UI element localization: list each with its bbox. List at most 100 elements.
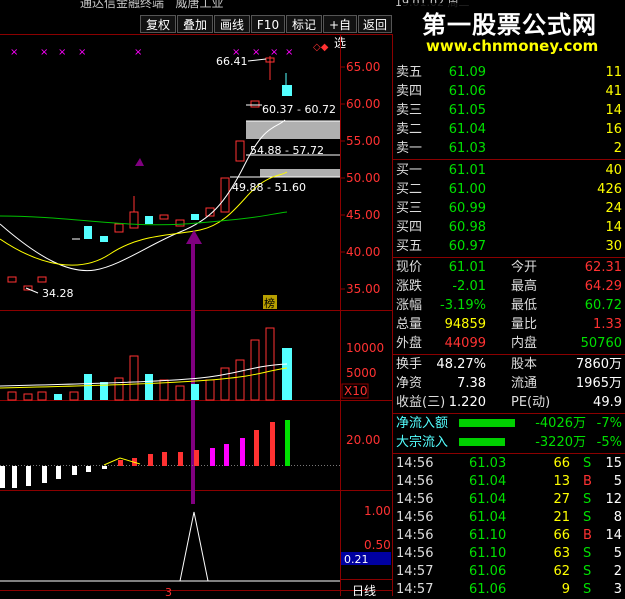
- svg-text:×: ×: [10, 47, 18, 58]
- tick-volume: 9: [561, 582, 570, 597]
- zone-label: 54.88 - 57.72: [250, 144, 324, 157]
- svg-text:×: ×: [134, 47, 142, 58]
- svg-text:×: ×: [270, 47, 278, 58]
- tick-time: 14:56: [396, 456, 434, 471]
- tick-price: 61.04: [469, 474, 507, 489]
- tick-side: B: [583, 528, 592, 543]
- tick-row: 14:56 61.10 66 B 14: [393, 526, 625, 545]
- toolbar-button-diejia[interactable]: 叠加: [177, 15, 213, 33]
- toolbar-button-f10[interactable]: F10: [251, 15, 285, 33]
- tick-row: 14:56 61.03 66 S 15: [393, 454, 625, 473]
- svg-text:×: ×: [252, 47, 260, 58]
- sell-row: 卖一 61.03 2: [396, 141, 622, 156]
- vol-tick: 5000: [346, 366, 377, 380]
- price-tick: 40.00: [346, 245, 380, 259]
- tick-count: 12: [605, 492, 622, 507]
- tick-side: S: [583, 510, 592, 525]
- tick-time: 14:56: [396, 528, 434, 543]
- flow-row: 净流入额 -4026万 -7%: [396, 416, 622, 431]
- sell-row: 卖四 61.06 41: [396, 84, 622, 99]
- tick-price: 61.10: [469, 528, 507, 543]
- tick-count: 3: [613, 582, 622, 597]
- toolbar-button-biaoji[interactable]: 标记: [286, 15, 322, 33]
- period-label[interactable]: 日线: [352, 584, 376, 596]
- low-label: 34.28: [42, 287, 74, 300]
- tick-side: S: [583, 564, 592, 579]
- tick-side: S: [583, 492, 592, 507]
- tick-count: 5: [613, 474, 622, 489]
- badge-label: 榜: [264, 296, 275, 310]
- watermark-title: 第一股票公式网: [422, 11, 597, 39]
- tick-time: 14:56: [396, 474, 434, 489]
- stat-row: 外盘 44099 内盘 50760: [396, 336, 622, 351]
- buy-row: 买四 60.98 14: [396, 220, 622, 235]
- flow-row: 大宗流入 -3220万 -5%: [396, 435, 622, 450]
- oscillator-panel: 1.00 0.50 0.21 3 日线: [0, 504, 392, 596]
- vol-tick: 10000: [346, 341, 384, 355]
- quote-panel: 卖五 61.09 11 卖四 61.06 41 卖三 61.05 14 卖二 61.04 16 …: [392, 34, 625, 599]
- stat-row: 涨跌 -2.01 最高 64.29: [396, 279, 622, 294]
- price-axis: 65.00 60.00 55.00 50.00 45.00 40.00 35.0…: [340, 60, 380, 296]
- vol-unit: X10: [344, 384, 368, 398]
- ma-green-line: [0, 211, 288, 226]
- tick-side: S: [583, 582, 592, 597]
- resistance-zone: [260, 169, 340, 177]
- sell-row: 卖五 61.09 11: [396, 65, 622, 80]
- toolbar-button-add-watchlist[interactable]: +自选: [323, 15, 357, 50]
- tick-price: 61.04: [469, 510, 507, 525]
- tick-count: 14: [605, 528, 622, 543]
- osc-value: 0.21: [344, 553, 369, 566]
- tick-volume: 27: [553, 492, 570, 507]
- fund-row: 净资 7.38 流通 1965万: [396, 376, 622, 391]
- flow-bar: [459, 438, 505, 446]
- buy-row: 买一 61.01 40: [396, 163, 622, 178]
- tick-volume: 66: [553, 456, 570, 471]
- price-tick: 65.00: [346, 60, 380, 74]
- price-tick: 60.00: [346, 97, 380, 111]
- tick-side: S: [583, 546, 592, 561]
- tick-side: S: [583, 456, 592, 471]
- price-tick: 55.00: [346, 134, 380, 148]
- stat-row: 涨幅 -3.19% 最低 60.72: [396, 298, 622, 313]
- toolbar-button-huaxian[interactable]: 画线: [214, 15, 250, 33]
- tick-count: 8: [613, 510, 622, 525]
- tick-volume: 21: [553, 510, 570, 525]
- tick-row: 14:57 61.06 9 S 3: [393, 580, 625, 599]
- tick-time: 14:56: [396, 510, 434, 525]
- svg-text:×: ×: [58, 47, 66, 58]
- fund-row: 收益(三) 1.220 PE(动) 49.9: [396, 395, 622, 410]
- ma-white-line: [0, 119, 286, 272]
- svg-text:×: ×: [78, 47, 86, 58]
- tick-price: 61.06: [469, 582, 507, 597]
- tick-price: 61.10: [469, 546, 507, 561]
- high-label: 66.41: [216, 55, 248, 68]
- toolbar-button-fuquan[interactable]: 复权: [140, 15, 176, 33]
- fund-row: 换手 48.27% 股本 7860万: [396, 357, 622, 372]
- zone-label: 60.37 - 60.72: [262, 103, 336, 116]
- tick-volume: 13: [553, 474, 570, 489]
- resistance-zone: [246, 121, 340, 139]
- toolbar: 通达信金融终端 威唐工业 复权 叠加 画线 F10 标记 +自选 返回: [0, 0, 392, 50]
- tick-count: 15: [605, 456, 622, 471]
- tick-time: 14:57: [396, 582, 434, 597]
- tick-row: 14:56 61.04 21 S 8: [393, 508, 625, 527]
- tick-count: 2: [613, 564, 622, 579]
- watermark: 第一股票公式网 www.chnmoney.com: [402, 3, 620, 61]
- price-tick: 50.00: [346, 171, 380, 185]
- toolbar-button-back[interactable]: 返回: [358, 15, 392, 33]
- stat-row: 现价 61.01 今开 62.31: [396, 260, 622, 275]
- osc-tick: 1.00: [364, 504, 391, 518]
- kline-chart[interactable]: 65.00 60.00 55.00 50.00 45.00 40.00 35.0…: [0, 34, 392, 596]
- tick-price: 61.06: [469, 564, 507, 579]
- svg-text:×: ×: [40, 47, 48, 58]
- tick-row: 14:57 61.06 62 S 2: [393, 562, 625, 581]
- tick-time: 14:56: [396, 492, 434, 507]
- tick-row: 14:56 61.04 13 B 5: [393, 472, 625, 491]
- zone-label: 49.88 - 51.60: [232, 181, 306, 194]
- signal-markers: × × × × × × × × ×: [10, 47, 293, 58]
- bottom-mark: 3: [165, 586, 172, 596]
- tick-volume: 66: [553, 528, 570, 543]
- sell-row: 卖二 61.04 16: [396, 122, 622, 137]
- stat-row: 总量 94859 量比 1.33: [396, 317, 622, 332]
- candles: [7, 56, 292, 291]
